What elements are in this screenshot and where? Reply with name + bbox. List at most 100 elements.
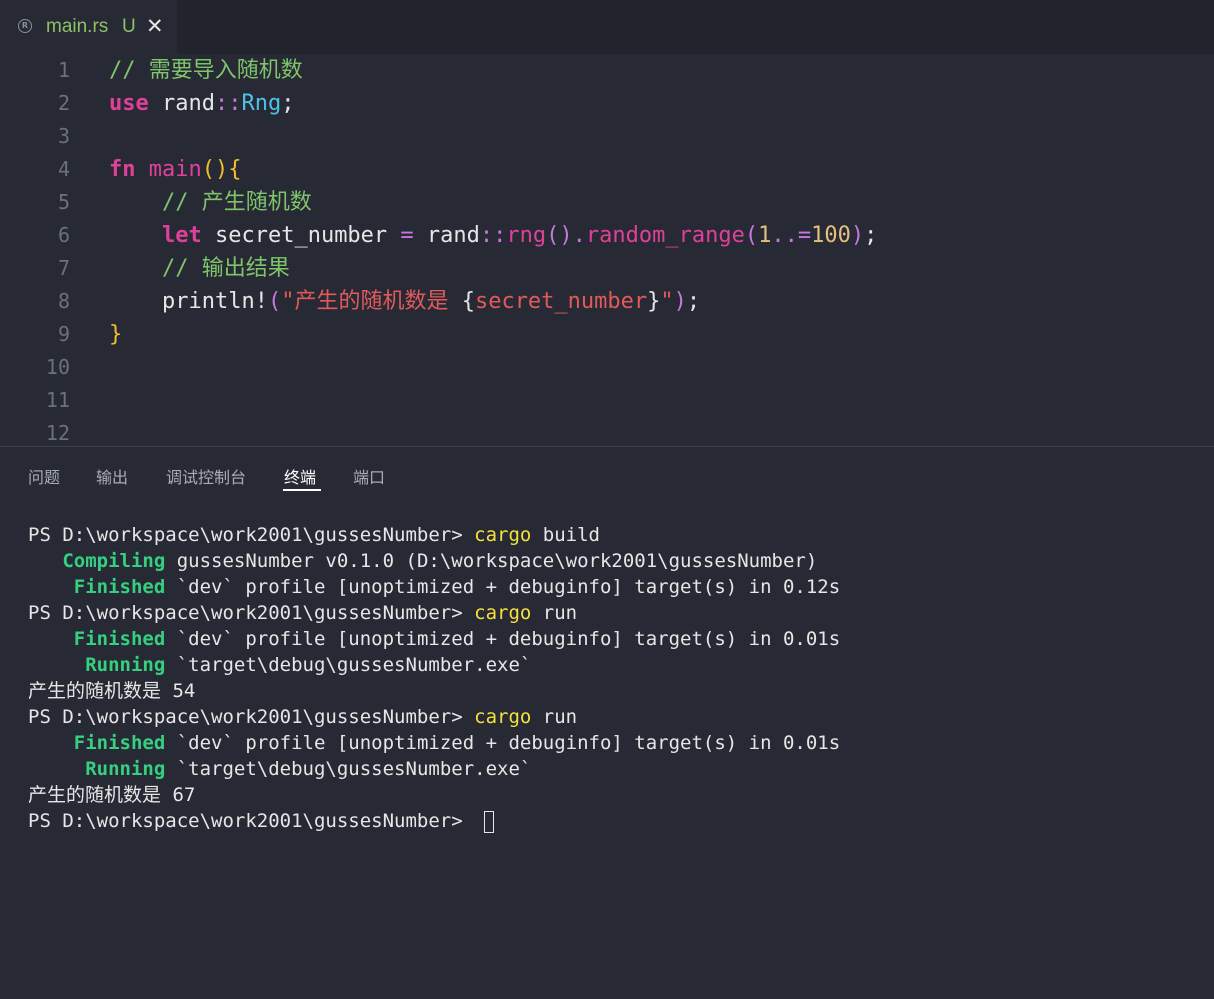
tab-output[interactable]: 输出 bbox=[96, 464, 128, 488]
cargo-status: Finished bbox=[73, 732, 166, 754]
terminal[interactable]: PS D:\workspace\work2001\gussesNumber> c… bbox=[28, 522, 1208, 834]
code-line: 6 let secret_number = rand::rng().random… bbox=[0, 219, 1214, 252]
code-line: 5 // 产生随机数 bbox=[0, 186, 1214, 219]
terminal-line: Finished `dev` profile [unoptimized + de… bbox=[28, 626, 1208, 652]
punctuation: } bbox=[647, 289, 661, 314]
terminal-prompt: PS D:\workspace\work2001\gussesNumber> bbox=[28, 706, 475, 728]
line-number: 7 bbox=[57, 256, 70, 280]
keyword: let bbox=[161, 223, 202, 248]
operator: :: bbox=[479, 223, 507, 248]
tab-bar: R main.rs U ✕ bbox=[0, 0, 1214, 54]
line-number: 9 bbox=[57, 322, 70, 346]
terminal-command-arg: run bbox=[531, 706, 578, 728]
string-interpolation: secret_number bbox=[474, 289, 648, 314]
tab-ports[interactable]: 端口 bbox=[353, 464, 385, 488]
code-line: 3 bbox=[0, 120, 1214, 153]
line-number: 6 bbox=[57, 223, 70, 247]
terminal-line: PS D:\workspace\work2001\gussesNumber> c… bbox=[28, 600, 1208, 626]
code-line: 7 // 输出结果 bbox=[0, 252, 1214, 285]
string-literal: " bbox=[281, 289, 295, 314]
terminal-line: Finished `dev` profile [unoptimized + de… bbox=[28, 730, 1208, 756]
line-number: 3 bbox=[57, 124, 70, 148]
terminal-prompt: PS D:\workspace\work2001\gussesNumber> bbox=[28, 810, 475, 832]
terminal-command-arg: build bbox=[531, 524, 600, 546]
active-tab-indicator bbox=[283, 489, 321, 491]
code-line: 2 use rand::Rng; bbox=[0, 87, 1214, 120]
tab-status-badge: U bbox=[122, 16, 136, 37]
punctuation: { bbox=[461, 289, 475, 314]
keyword: fn bbox=[109, 157, 136, 182]
punctuation: ( bbox=[744, 223, 759, 248]
type-name: Rng bbox=[241, 91, 282, 116]
terminal-output: 产生的随机数是 54 bbox=[28, 680, 196, 702]
punctuation: ) bbox=[673, 289, 687, 314]
number-literal: 100 bbox=[811, 223, 851, 248]
terminal-line: Compiling gussesNumber v0.1.0 (D:\worksp… bbox=[28, 548, 1208, 574]
cargo-status: Finished bbox=[73, 576, 166, 598]
tab-filename: main.rs bbox=[46, 16, 109, 37]
line-number: 1 bbox=[57, 58, 70, 82]
line-number: 4 bbox=[57, 157, 70, 181]
line-number: 2 bbox=[57, 91, 70, 115]
function-name: random_range bbox=[585, 223, 745, 248]
panel-tab-bar: 问题 输出 调试控制台 终端 端口 bbox=[0, 458, 1214, 498]
tab-problems[interactable]: 问题 bbox=[28, 464, 60, 488]
terminal-command: cargo bbox=[474, 524, 532, 546]
punctuation: () bbox=[546, 223, 573, 248]
macro-name: println! bbox=[161, 289, 268, 314]
code-comment: // 输出结果 bbox=[161, 256, 290, 281]
terminal-text: `dev` profile [unoptimized + debuginfo] … bbox=[165, 628, 841, 650]
terminal-output: 产生的随机数是 67 bbox=[28, 784, 196, 806]
terminal-line: Running `target\debug\gussesNumber.exe` bbox=[28, 756, 1208, 782]
code-line: 4 fn main(){ bbox=[0, 153, 1214, 186]
terminal-command: cargo bbox=[474, 602, 532, 624]
tab-terminal[interactable]: 终端 bbox=[284, 464, 316, 488]
terminal-text: `dev` profile [unoptimized + debuginfo] … bbox=[165, 732, 841, 754]
identifier: secret_number bbox=[214, 223, 388, 248]
terminal-text: `target\debug\gussesNumber.exe` bbox=[165, 654, 532, 676]
punctuation: ; bbox=[281, 91, 295, 116]
terminal-text: `target\debug\gussesNumber.exe` bbox=[165, 758, 532, 780]
terminal-prompt: PS D:\workspace\work2001\gussesNumber> bbox=[28, 524, 475, 546]
terminal-line: PS D:\workspace\work2001\gussesNumber> c… bbox=[28, 522, 1208, 548]
terminal-command-arg: run bbox=[531, 602, 578, 624]
rust-icon: R bbox=[18, 19, 32, 33]
code-line: 8 println!("产生的随机数是 {secret_number}"); bbox=[0, 285, 1214, 318]
string-literal: 产生的随机数是 bbox=[294, 289, 462, 314]
terminal-cursor[interactable] bbox=[484, 810, 495, 833]
line-number: 10 bbox=[45, 355, 70, 379]
punctuation: ) bbox=[850, 223, 865, 248]
code-line: 9 } bbox=[0, 318, 1214, 351]
operator: :: bbox=[214, 91, 242, 116]
function-name: rng bbox=[506, 223, 547, 248]
cargo-status: Compiling bbox=[62, 550, 166, 572]
close-icon[interactable]: ✕ bbox=[146, 14, 164, 38]
punctuation: ( bbox=[267, 289, 282, 314]
code-comment: // 产生随机数 bbox=[161, 190, 312, 215]
terminal-line: Running `target\debug\gussesNumber.exe` bbox=[28, 652, 1208, 678]
editor-tab-main-rs[interactable]: R main.rs U ✕ bbox=[0, 0, 177, 54]
line-number: 5 bbox=[57, 190, 70, 214]
punctuation: ; bbox=[686, 289, 701, 314]
cargo-status: Running bbox=[85, 654, 166, 676]
code-line: 1 // 需要导入随机数 bbox=[0, 54, 1214, 87]
code-line: 11 bbox=[0, 384, 1214, 417]
line-number: 12 bbox=[45, 421, 70, 445]
panel-divider[interactable] bbox=[0, 446, 1214, 447]
line-number: 8 bbox=[57, 289, 70, 313]
keyword: use bbox=[109, 91, 149, 116]
cargo-status: Finished bbox=[73, 628, 166, 650]
terminal-line: Finished `dev` profile [unoptimized + de… bbox=[28, 574, 1208, 600]
operator: = bbox=[400, 223, 414, 248]
code-editor[interactable]: 1 // 需要导入随机数 2 use rand::Rng; 3 4 fn mai… bbox=[0, 54, 1214, 446]
identifier: rand bbox=[426, 223, 480, 248]
cargo-status: Running bbox=[85, 758, 166, 780]
terminal-text: `dev` profile [unoptimized + debuginfo] … bbox=[165, 576, 841, 598]
terminal-line: PS D:\workspace\work2001\gussesNumber> bbox=[28, 808, 1208, 834]
code-comment: // 需要导入随机数 bbox=[109, 58, 303, 83]
terminal-text: gussesNumber v0.1.0 (D:\workspace\work20… bbox=[165, 550, 818, 572]
punctuation: () bbox=[201, 157, 229, 182]
punctuation: } bbox=[109, 322, 123, 347]
line-number: 11 bbox=[45, 388, 70, 412]
tab-debug-console[interactable]: 调试控制台 bbox=[166, 464, 246, 488]
